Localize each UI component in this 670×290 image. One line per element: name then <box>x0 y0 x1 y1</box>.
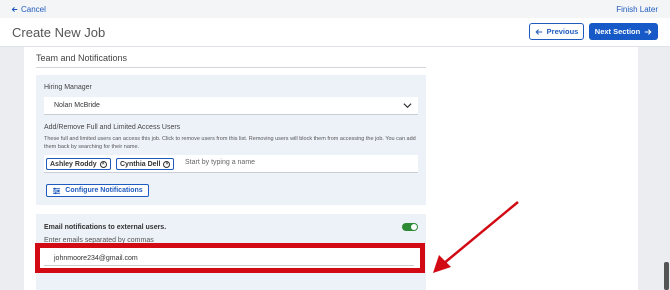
form-card: Team and Notifications Hiring Manager No… <box>24 47 638 290</box>
next-section-button[interactable]: Next Section <box>589 23 658 40</box>
previous-label: Previous <box>546 27 579 36</box>
user-chip-cynthia-dell[interactable]: Cynthia Dell × <box>116 158 175 170</box>
scrollbar-track[interactable] <box>662 47 670 290</box>
remove-icon[interactable]: × <box>99 160 107 168</box>
scrollbar-thumb[interactable] <box>664 262 669 290</box>
annotation-arrow-icon <box>433 201 519 273</box>
hiring-manager-value: Nolan McBride <box>54 102 100 109</box>
toggle-knob <box>411 224 417 230</box>
next-section-label: Next Section <box>594 27 641 36</box>
previous-button[interactable]: Previous <box>529 23 584 40</box>
configure-notifications-label: Configure Notifications <box>65 187 143 194</box>
access-users-help: These full and limited users can access … <box>44 136 416 150</box>
settings-icon <box>53 187 61 194</box>
remove-icon[interactable]: × <box>163 160 171 168</box>
section-title: Team and Notifications <box>36 53 128 63</box>
user-chip-ashley-roddy[interactable]: Ashley Roddy × <box>46 158 111 170</box>
cancel-label: Cancel <box>21 5 46 14</box>
page-title: Create New Job <box>12 25 106 40</box>
user-chip-label: Ashley Roddy <box>50 160 97 168</box>
chevron-down-icon <box>403 103 412 109</box>
arrow-left-icon <box>11 7 18 12</box>
hiring-manager-select[interactable]: Nolan McBride <box>44 97 418 115</box>
section-divider <box>36 67 426 68</box>
highlight-box: johnmoore234@gmail.com <box>35 243 425 273</box>
configure-notifications-button[interactable]: Configure Notifications <box>46 184 149 197</box>
cancel-link[interactable]: Cancel <box>11 5 46 14</box>
page-header: Create New Job Previous Next Section <box>0 18 670 47</box>
external-emails-input[interactable]: johnmoore234@gmail.com <box>44 252 414 266</box>
finish-later-link[interactable]: Finish Later <box>616 5 658 14</box>
external-notifications-label: Email notifications to external users. <box>44 224 167 231</box>
arrow-right-icon <box>645 28 652 35</box>
external-notifications-toggle[interactable] <box>402 223 418 231</box>
user-search-placeholder[interactable]: Start by typing a name <box>185 159 255 166</box>
access-users-label: Add/Remove Full and Limited Access Users <box>44 124 181 131</box>
user-chip-label: Cynthia Dell <box>120 160 161 168</box>
external-emails-value: johnmoore234@gmail.com <box>54 255 138 262</box>
top-bar: Cancel Finish Later <box>0 0 670 18</box>
access-users-input[interactable]: Ashley Roddy × Cynthia Dell × Start by t… <box>44 155 418 173</box>
arrow-left-icon <box>535 28 542 35</box>
hiring-manager-label: Hiring Manager <box>44 84 92 91</box>
